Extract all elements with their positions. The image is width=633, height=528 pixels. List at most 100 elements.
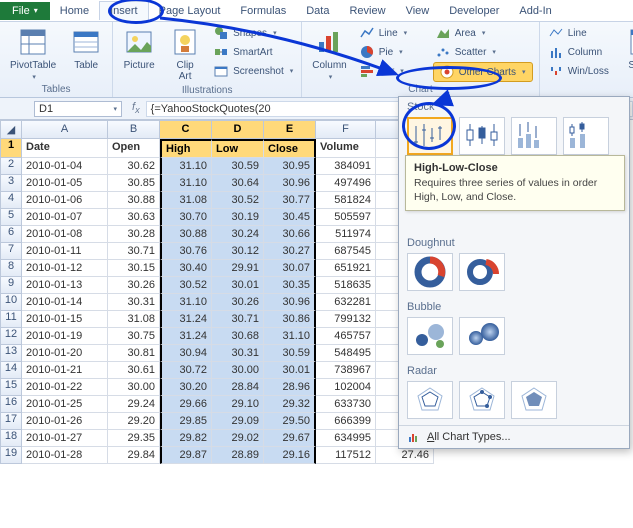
cell[interactable]: 30.15 [108, 260, 160, 277]
cell[interactable]: 29.82 [160, 430, 212, 447]
cell[interactable]: 738967 [316, 362, 376, 379]
cell[interactable]: 497496 [316, 175, 376, 192]
chart-radar-markers[interactable] [459, 381, 505, 419]
cell[interactable]: 30.31 [212, 345, 264, 362]
cell[interactable]: 2010-01-08 [22, 226, 108, 243]
cell[interactable]: 31.10 [160, 158, 212, 175]
cell[interactable]: 29.09 [212, 413, 264, 430]
cell[interactable]: 687545 [316, 243, 376, 260]
slicer-button[interactable]: Slicer [621, 24, 633, 73]
cell[interactable]: 2010-01-25 [22, 396, 108, 413]
chart-bubble[interactable] [407, 317, 453, 355]
cell[interactable]: 30.26 [108, 277, 160, 294]
row-header-15[interactable]: 15 [0, 379, 22, 396]
tab-formulas[interactable]: Formulas [230, 2, 296, 20]
cell[interactable]: 30.24 [212, 226, 264, 243]
cell[interactable]: 30.81 [108, 345, 160, 362]
chart-volume-open-high-low-close[interactable] [563, 117, 609, 155]
column-chart-button[interactable]: Column ▾ [308, 24, 350, 83]
cell[interactable]: 30.52 [212, 192, 264, 209]
select-all-corner[interactable]: ◢ [0, 120, 22, 139]
sparkline-column-button[interactable]: Column [546, 43, 611, 61]
row-header-18[interactable]: 18 [0, 430, 22, 447]
cell[interactable]: 29.66 [160, 396, 212, 413]
cell[interactable]: 2010-01-26 [22, 413, 108, 430]
chart-bubble-3d[interactable] [459, 317, 505, 355]
cell[interactable]: 29.32 [264, 396, 316, 413]
row-header-17[interactable]: 17 [0, 413, 22, 430]
line-chart-button[interactable]: Line▾ [357, 24, 427, 42]
cell[interactable]: 30.59 [212, 158, 264, 175]
cell[interactable]: 31.08 [108, 311, 160, 328]
tab-view[interactable]: View [396, 2, 440, 20]
cell[interactable]: 28.84 [212, 379, 264, 396]
fx-icon[interactable]: fx [132, 101, 140, 115]
cell[interactable]: 30.27 [264, 243, 316, 260]
row-header-10[interactable]: 10 [0, 294, 22, 311]
tab-home[interactable]: Home [50, 2, 99, 20]
cell[interactable]: 30.00 [212, 362, 264, 379]
name-box[interactable]: D1 ▾ [34, 101, 122, 117]
cell[interactable]: 633730 [316, 396, 376, 413]
cell[interactable]: 30.28 [108, 226, 160, 243]
cell[interactable]: 102004 [316, 379, 376, 396]
header-cell[interactable]: Close [264, 139, 316, 158]
chart-doughnut[interactable] [407, 253, 453, 291]
sparkline-winloss-button[interactable]: Win/Loss [546, 62, 611, 80]
cell[interactable]: 30.59 [264, 345, 316, 362]
cell[interactable]: 29.87 [160, 447, 212, 464]
cell[interactable]: 31.08 [160, 192, 212, 209]
tab-data[interactable]: Data [296, 2, 339, 20]
clipart-button[interactable]: ClipArt [165, 24, 205, 84]
cell[interactable]: 29.91 [212, 260, 264, 277]
chart-radar[interactable] [407, 381, 453, 419]
cell[interactable]: 30.63 [108, 209, 160, 226]
cell[interactable]: 2010-01-22 [22, 379, 108, 396]
cell[interactable]: 31.10 [264, 328, 316, 345]
cell[interactable]: 505597 [316, 209, 376, 226]
cell[interactable]: 2010-01-14 [22, 294, 108, 311]
cell[interactable]: 30.61 [108, 362, 160, 379]
cell[interactable]: 2010-01-13 [22, 277, 108, 294]
cell[interactable]: 30.77 [264, 192, 316, 209]
all-chart-types-button[interactable]: All Chart Types... [399, 425, 629, 448]
cell[interactable]: 29.10 [212, 396, 264, 413]
row-header-2[interactable]: 2 [0, 158, 22, 175]
cell[interactable]: 29.50 [264, 413, 316, 430]
cell[interactable]: 31.10 [160, 175, 212, 192]
cell[interactable]: 30.71 [108, 243, 160, 260]
chart-exploded-doughnut[interactable] [459, 253, 505, 291]
cell[interactable]: 799132 [316, 311, 376, 328]
row-header-13[interactable]: 13 [0, 345, 22, 362]
pivottable-button[interactable]: PivotTable ▾ [6, 24, 60, 83]
cell[interactable]: 2010-01-19 [22, 328, 108, 345]
cell[interactable]: 30.01 [212, 277, 264, 294]
cell[interactable]: 30.96 [264, 175, 316, 192]
cell[interactable]: 29.02 [212, 430, 264, 447]
cell[interactable]: 29.84 [108, 447, 160, 464]
table-button[interactable]: Table [66, 24, 106, 73]
cell[interactable]: 30.45 [264, 209, 316, 226]
row-header-3[interactable]: 3 [0, 175, 22, 192]
cell[interactable]: 31.24 [160, 328, 212, 345]
cell[interactable]: 2010-01-28 [22, 447, 108, 464]
cell[interactable]: 30.31 [108, 294, 160, 311]
row-header-14[interactable]: 14 [0, 362, 22, 379]
cell[interactable]: 2010-01-05 [22, 175, 108, 192]
cell[interactable]: 666399 [316, 413, 376, 430]
chart-open-high-low-close[interactable] [459, 117, 505, 155]
sparkline-line-button[interactable]: Line [546, 24, 611, 42]
cell[interactable]: 30.68 [212, 328, 264, 345]
cell[interactable]: 117512 [316, 447, 376, 464]
col-header-A[interactable]: A [22, 120, 108, 139]
cell[interactable]: 2010-01-20 [22, 345, 108, 362]
cell[interactable]: 30.19 [212, 209, 264, 226]
cell[interactable]: 30.20 [160, 379, 212, 396]
cell[interactable]: 30.96 [264, 294, 316, 311]
cell[interactable]: 30.01 [264, 362, 316, 379]
screenshot-button[interactable]: Screenshot▾ [211, 62, 295, 80]
cell[interactable]: 2010-01-07 [22, 209, 108, 226]
tab-developer[interactable]: Developer [439, 2, 509, 20]
cell[interactable]: 581824 [316, 192, 376, 209]
chart-volume-high-low-close[interactable] [511, 117, 557, 155]
